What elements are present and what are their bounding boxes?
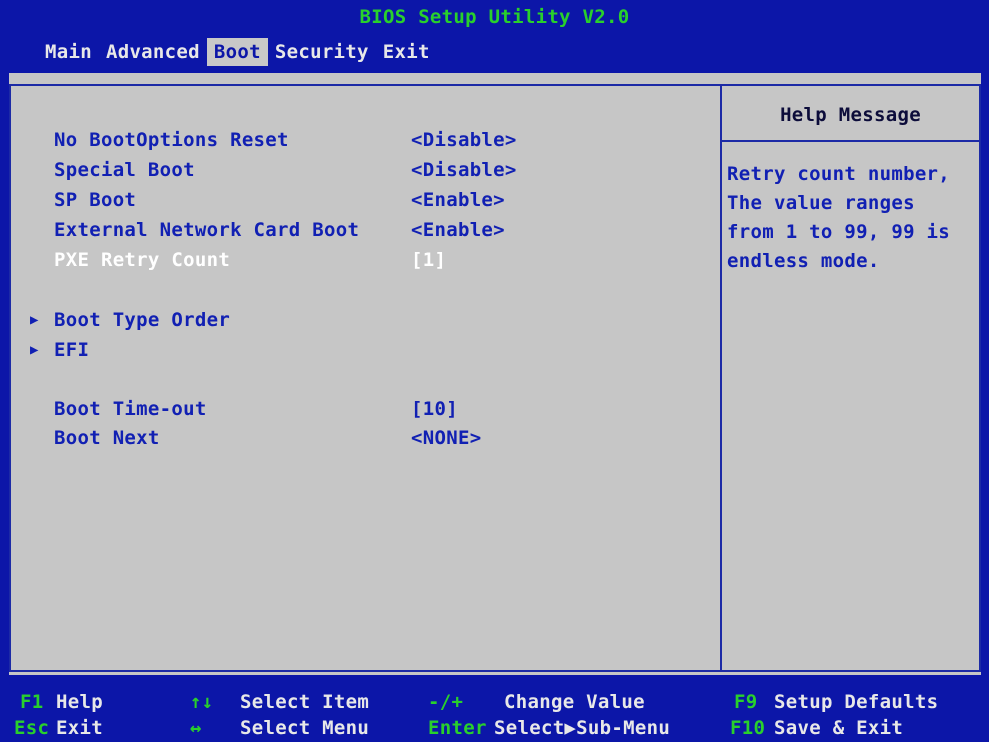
tab-exit[interactable]: Exit <box>376 38 437 66</box>
change-value-desc: Change Value <box>504 691 645 713</box>
exit-key-desc: Exit <box>56 717 103 739</box>
tab-boot[interactable]: Boot <box>206 38 268 66</box>
plus-minus-key: -/+ <box>428 691 464 713</box>
setting-value-pxe-retry-count[interactable]: [1] <box>411 249 446 271</box>
f10-key: F10 <box>730 717 766 739</box>
triangle-right-icon: ▶ <box>30 312 39 328</box>
menu-bar: Main Advanced Boot Security Exit <box>38 37 437 67</box>
setting-value-boot-time-out[interactable]: [10] <box>411 398 458 420</box>
tab-advanced[interactable]: Advanced <box>99 38 207 66</box>
setup-defaults-desc: Setup Defaults <box>774 691 939 713</box>
triangle-right-icon: ▶ <box>30 342 39 358</box>
help-title: Help Message <box>780 104 921 126</box>
setting-label-special-boot[interactable]: Special Boot <box>54 159 195 181</box>
help-line: from 1 to 99, 99 is <box>727 221 951 243</box>
help-text: Retry count number, The value ranges fro… <box>727 160 977 276</box>
submenu-boot-type-order[interactable]: Boot Type Order <box>54 309 230 331</box>
setting-value-external-network-card-boot[interactable]: <Enable> <box>411 219 505 241</box>
help-line: Retry count number, <box>727 163 951 185</box>
setting-value-no-bootoptions-reset[interactable]: <Disable> <box>411 129 517 151</box>
setting-value-boot-next[interactable]: <NONE> <box>411 427 481 449</box>
enter-key: Enter <box>428 717 487 739</box>
bios-screen: BIOS Setup Utility V2.0 Main Advanced Bo… <box>0 0 989 742</box>
setting-value-special-boot[interactable]: <Disable> <box>411 159 517 181</box>
help-divider <box>722 140 979 142</box>
help-key-desc: Help <box>56 691 103 713</box>
setting-label-boot-next[interactable]: Boot Next <box>54 427 160 449</box>
help-panel: Help Message Retry count number, The val… <box>720 84 981 672</box>
setting-label-boot-time-out[interactable]: Boot Time-out <box>54 398 207 420</box>
setting-value-sp-boot[interactable]: <Enable> <box>411 189 505 211</box>
tab-main[interactable]: Main <box>38 38 99 66</box>
setting-label-sp-boot[interactable]: SP Boot <box>54 189 136 211</box>
key-legend-footer: F1 Help Esc Exit ↑↓ Select Item ↔ Select… <box>0 682 989 742</box>
f9-key: F9 <box>734 691 758 713</box>
bios-title: BIOS Setup Utility V2.0 <box>359 6 630 28</box>
help-line: endless mode. <box>727 250 880 272</box>
setting-label-external-network-card-boot[interactable]: External Network Card Boot <box>54 219 359 241</box>
f1-key: F1 <box>20 691 44 713</box>
setting-label-pxe-retry-count[interactable]: PXE Retry Count <box>54 249 230 271</box>
tab-security[interactable]: Security <box>268 38 376 66</box>
leftright-arrows-icon: ↔ <box>190 717 202 739</box>
setting-label-no-bootoptions-reset[interactable]: No BootOptions Reset <box>54 129 289 151</box>
select-item-desc: Select Item <box>240 691 370 713</box>
select-menu-desc: Select Menu <box>240 717 370 739</box>
submenu-efi[interactable]: EFI <box>54 339 89 361</box>
select-submenu-desc: Select▶Sub-Menu <box>494 717 671 739</box>
esc-key: Esc <box>14 717 50 739</box>
updown-arrows-icon: ↑↓ <box>190 691 214 713</box>
help-line: The value ranges <box>727 192 915 214</box>
save-exit-desc: Save & Exit <box>774 717 904 739</box>
